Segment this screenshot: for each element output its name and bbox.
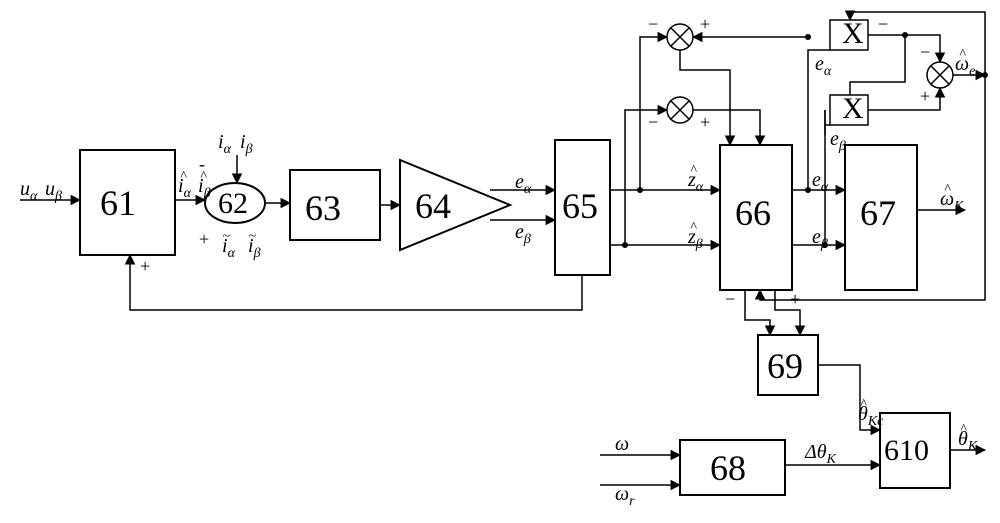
block-64-label: 64 — [415, 186, 451, 226]
summer-mid — [667, 97, 693, 123]
block-69-label: 69 — [767, 346, 803, 386]
block-62-label: 62 — [218, 187, 248, 220]
sign-66b-minus: − — [725, 289, 735, 309]
label-omega-in: ω — [615, 433, 629, 455]
sign-fb-plus: + — [140, 256, 150, 276]
block-66-label: 66 — [735, 193, 771, 233]
wire-zb-sum — [625, 110, 667, 245]
label-ea-66: eα — [812, 169, 829, 195]
label-ia-in: iα — [218, 131, 232, 157]
block-68-label: 68 — [710, 448, 746, 488]
mult-top-label: X — [842, 17, 864, 50]
sign-sumtop-minus: − — [648, 14, 658, 34]
label-omega-e: ^ωe — [955, 47, 975, 79]
label-ib-in: iβ — [240, 131, 253, 157]
label-itilde-b: ~iβ — [248, 229, 261, 261]
mult-bottom-label: X — [842, 92, 864, 125]
sign-62-plus: + — [199, 229, 209, 249]
block-61-label: 61 — [100, 183, 136, 223]
summer-top — [667, 24, 693, 50]
node-omega-out — [982, 72, 988, 78]
node-ea2 — [805, 34, 811, 40]
label-ihat-b: ^iβ — [198, 169, 211, 201]
node-omega-fb — [902, 32, 908, 38]
sign-66b-plus: + — [790, 289, 800, 309]
label-itilde-a: ~iα — [222, 229, 236, 261]
sign-omega-minus: − — [920, 42, 930, 62]
block-65-label: 65 — [562, 186, 598, 226]
sign-summid-minus: − — [648, 112, 658, 132]
label-ihat-a: ^iα — [178, 169, 192, 201]
block-63-label: 63 — [305, 188, 341, 228]
sign-omega-plus: + — [920, 86, 930, 106]
summer-omega — [927, 62, 953, 88]
sign-sumtop-plus: + — [700, 14, 710, 34]
label-za: ^zα — [687, 163, 704, 195]
wire-66-69a — [745, 290, 770, 335]
label-eb-top: eβ — [830, 128, 846, 154]
label-omega-K: ^ωK — [940, 182, 964, 214]
label-ea-top: eα — [815, 53, 832, 79]
label-theta-K: ^θK — [958, 422, 978, 454]
sign-mult-minus: − — [878, 14, 888, 34]
label-zb: ^zβ — [687, 220, 703, 252]
label-delta-theta: ΔθK — [804, 441, 837, 467]
label-omega-r: ωr — [615, 483, 635, 509]
block-67-label: 67 — [860, 193, 896, 233]
sign-summid-plus: + — [700, 112, 710, 132]
label-eb-64: eβ — [515, 221, 531, 247]
label-ea-64: eα — [515, 171, 532, 197]
wire-feedback-65-61 — [130, 255, 582, 310]
block-610-label: 610 — [884, 434, 929, 467]
